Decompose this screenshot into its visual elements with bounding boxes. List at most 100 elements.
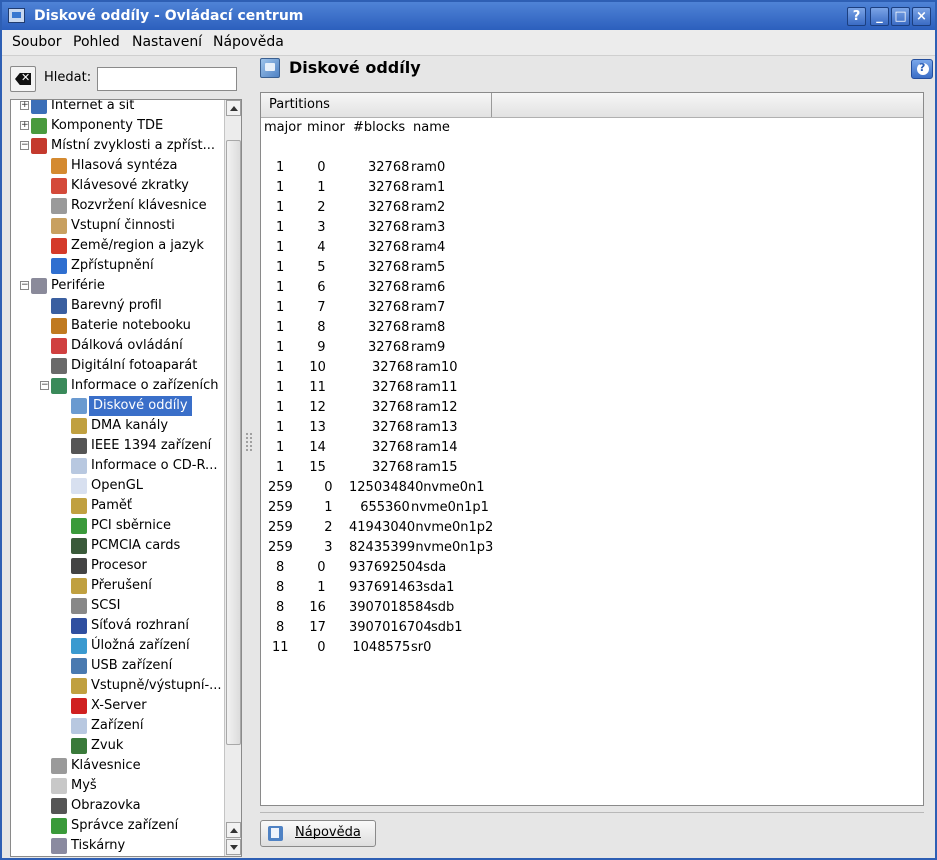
tree-item-label: Přerušení bbox=[91, 578, 152, 593]
title-bar[interactable]: Diskové oddíly - Ovládací centrum ? _ □ … bbox=[2, 2, 935, 30]
tree-item[interactable]: Digitální fotoaparát bbox=[51, 356, 233, 376]
major-cell: 1 bbox=[276, 300, 285, 315]
tree-item[interactable]: Barevný profil bbox=[51, 296, 233, 316]
blocks-cell: 32768 bbox=[368, 320, 410, 335]
collapse-icon[interactable]: − bbox=[40, 381, 49, 390]
menu-view[interactable]: Pohled bbox=[73, 34, 120, 50]
tree-item[interactable]: USB zařízení bbox=[71, 656, 233, 676]
pcmcia-icon bbox=[71, 538, 87, 554]
tree-item[interactable]: Obrazovka bbox=[51, 796, 233, 816]
tree-item[interactable]: + Internet a síť bbox=[20, 100, 233, 116]
minor-cell: 14 bbox=[309, 440, 326, 455]
menu-file[interactable]: Soubor bbox=[12, 34, 62, 50]
tree-item-label: Informace o CD-R... bbox=[91, 458, 218, 473]
io-ports-icon bbox=[71, 678, 87, 694]
partitions-view: Partitions major minor #blocks name 1 0 32768 r… bbox=[260, 92, 924, 806]
minor-cell: 7 bbox=[317, 300, 326, 315]
tree-item[interactable]: Zpřístupnění bbox=[51, 256, 233, 276]
tree-scrollbar[interactable] bbox=[224, 100, 241, 856]
tree-item[interactable]: − Periférie bbox=[20, 276, 233, 296]
tree-item[interactable]: Klávesové zkratky bbox=[51, 176, 233, 196]
tree-item[interactable]: PCI sběrnice bbox=[71, 516, 233, 536]
tree-item[interactable]: Správce zařízení bbox=[51, 816, 233, 836]
tree-item[interactable]: Paměť bbox=[71, 496, 233, 516]
xserver-icon bbox=[71, 698, 87, 714]
blocks-cell: 125034840 bbox=[349, 480, 424, 495]
flag-icon bbox=[51, 238, 67, 254]
minor-cell: 2 bbox=[324, 520, 333, 535]
tree-item-label: Správce zařízení bbox=[71, 818, 179, 833]
tree-item-label: Komponenty TDE bbox=[51, 118, 164, 133]
scroll-down-button[interactable] bbox=[226, 839, 241, 855]
tree-item[interactable]: Klávesnice bbox=[51, 756, 233, 776]
major-cell: 8 bbox=[276, 560, 285, 575]
tree-item[interactable]: OpenGL bbox=[71, 476, 233, 496]
column-partitions[interactable]: Partitions bbox=[261, 93, 492, 117]
dma-icon bbox=[71, 418, 87, 434]
tree-item[interactable]: Dálková ovládání bbox=[51, 336, 233, 356]
tree-item[interactable]: − Místní zvyklosti a zpříst... bbox=[20, 136, 233, 156]
tree-item[interactable]: DMA kanály bbox=[71, 416, 233, 436]
expand-icon[interactable]: + bbox=[20, 101, 29, 110]
menu-help[interactable]: Nápověda bbox=[213, 34, 284, 50]
tree-item[interactable]: X-Server bbox=[71, 696, 233, 716]
expand-icon[interactable]: + bbox=[20, 121, 29, 130]
tree-item[interactable]: SCSI bbox=[71, 596, 233, 616]
tree-item[interactable]: − Informace o zařízeních bbox=[40, 376, 233, 396]
tree-item[interactable]: Přerušení bbox=[71, 576, 233, 596]
clear-search-button[interactable]: ✕ bbox=[10, 66, 36, 92]
collapse-icon[interactable]: − bbox=[20, 281, 29, 290]
scroll-up-button[interactable] bbox=[226, 100, 241, 116]
tree-item[interactable]: IEEE 1394 zařízení bbox=[71, 436, 233, 456]
help-mark: ? bbox=[919, 61, 926, 74]
tree-item[interactable]: Země/region a jazyk bbox=[51, 236, 233, 256]
minor-cell: 15 bbox=[309, 460, 326, 475]
name-cell: ram5 bbox=[411, 260, 446, 275]
tree-item[interactable]: Hlasová syntéza bbox=[51, 156, 233, 176]
main-window: Diskové oddíly - Ovládací centrum ? _ □ … bbox=[0, 0, 937, 860]
menu-bar: Soubor Pohled Nastavení Nápověda bbox=[2, 30, 935, 56]
tree-item[interactable]: Úložná zařízení bbox=[71, 636, 233, 656]
major-cell: 1 bbox=[276, 240, 285, 255]
tree-item[interactable]: + Komponenty TDE bbox=[20, 116, 233, 136]
tree-item[interactable]: Myš bbox=[51, 776, 233, 796]
app-icon[interactable] bbox=[8, 8, 25, 23]
tree-item[interactable]: Síťová rozhraní bbox=[71, 616, 233, 636]
camera-icon bbox=[51, 358, 67, 374]
usb-icon bbox=[71, 658, 87, 674]
maximize-button[interactable]: □ bbox=[891, 7, 910, 26]
collapse-icon[interactable]: − bbox=[20, 141, 29, 150]
help-button[interactable]: Nápověda bbox=[260, 820, 376, 847]
clear-icon: ✕ bbox=[21, 71, 31, 84]
context-help-button[interactable]: ? bbox=[847, 7, 866, 26]
tree-item[interactable]: Informace o CD-R... bbox=[71, 456, 233, 476]
interrupts-icon bbox=[71, 578, 87, 594]
tree-item[interactable]: Zařízení bbox=[71, 716, 233, 736]
device-manager-icon bbox=[51, 818, 67, 834]
module-help-icon[interactable]: ? bbox=[911, 59, 933, 79]
panel-splitter[interactable] bbox=[245, 432, 253, 452]
battery-icon bbox=[51, 318, 67, 334]
close-button[interactable]: × bbox=[912, 7, 931, 26]
tree-item[interactable]: Zvuk bbox=[71, 736, 233, 756]
menu-settings[interactable]: Nastavení bbox=[132, 34, 202, 50]
tree-item[interactable]: Diskové oddíly bbox=[71, 396, 233, 416]
tree-item[interactable]: Vstupní činnosti bbox=[51, 216, 233, 236]
name-cell: nvme0n1p2 bbox=[415, 520, 494, 535]
tree-item[interactable]: Vstupně/výstupní-... bbox=[71, 676, 233, 696]
scroll-thumb[interactable] bbox=[226, 140, 241, 745]
tree-item[interactable]: Baterie notebooku bbox=[51, 316, 233, 336]
storage-icon bbox=[71, 638, 87, 654]
tree-item-label: Diskové oddíly bbox=[89, 396, 192, 416]
scroll-up-button-bottom[interactable] bbox=[226, 822, 241, 838]
major-cell: 1 bbox=[276, 380, 285, 395]
components-icon bbox=[31, 118, 47, 134]
tree-item[interactable]: Tiskárny bbox=[51, 836, 233, 856]
minimize-button[interactable]: _ bbox=[870, 7, 889, 26]
tree-item-label: Úložná zařízení bbox=[91, 638, 190, 653]
tree-item[interactable]: PCMCIA cards bbox=[71, 536, 233, 556]
tree-item[interactable]: Rozvržení klávesnice bbox=[51, 196, 233, 216]
search-input[interactable] bbox=[97, 67, 237, 91]
minor-cell: 9 bbox=[317, 340, 326, 355]
tree-item[interactable]: Procesor bbox=[71, 556, 233, 576]
